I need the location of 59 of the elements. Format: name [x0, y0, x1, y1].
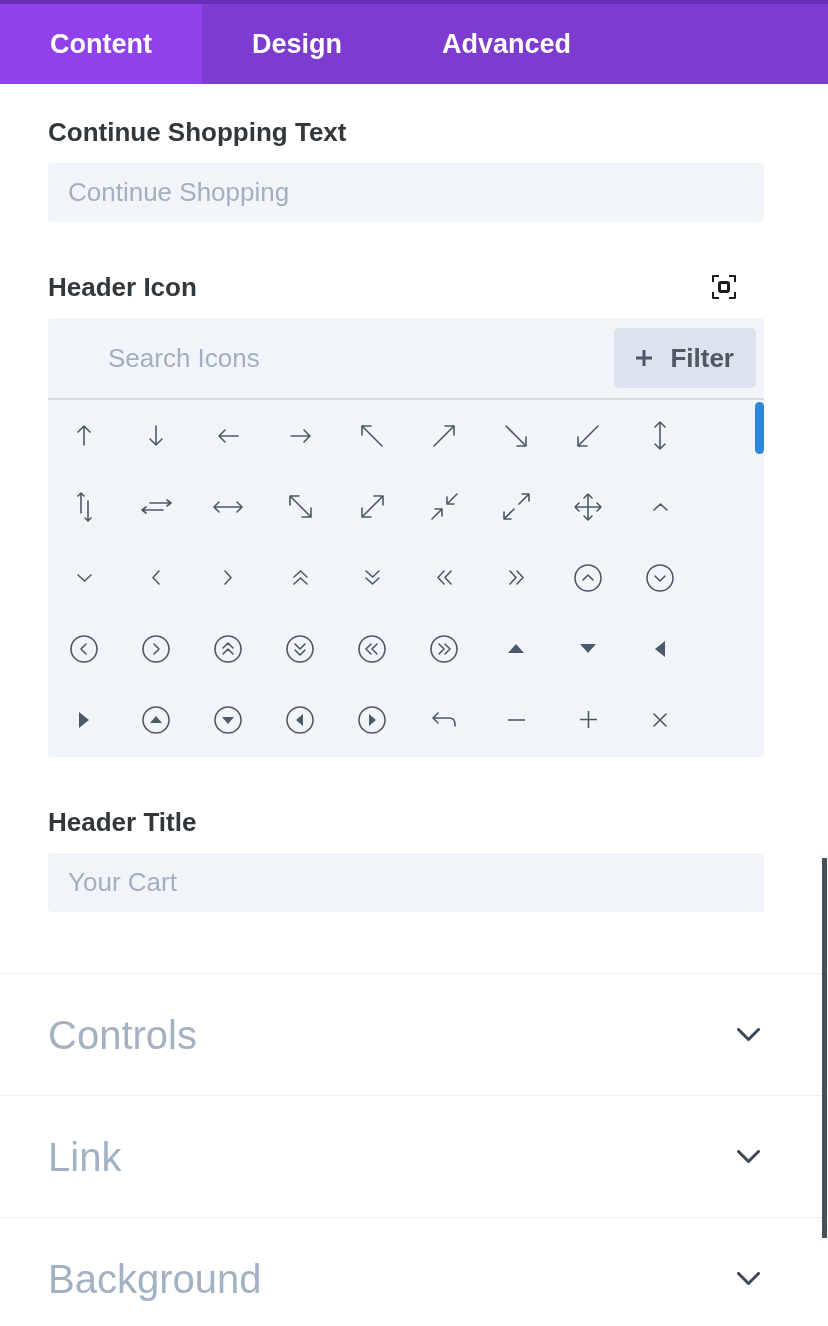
arrow-down-left-icon[interactable]: [577, 424, 599, 447]
minus-icon[interactable]: [507, 718, 525, 721]
focus-square-icon[interactable]: [712, 275, 736, 299]
scrollbar-thumb[interactable]: [822, 858, 827, 1238]
plus-icon[interactable]: [579, 711, 597, 728]
triangle-left-icon[interactable]: [655, 640, 665, 657]
circled-double-chevron-down-icon[interactable]: [286, 634, 314, 663]
circled-triangle-right-icon[interactable]: [358, 705, 386, 734]
circled-double-chevron-left-icon[interactable]: [358, 634, 386, 663]
double-chevron-right-icon[interactable]: [508, 570, 524, 585]
double-chevron-left-icon[interactable]: [436, 570, 452, 585]
move-arrows-icon[interactable]: [574, 492, 602, 521]
filter-button[interactable]: Filter: [614, 328, 756, 388]
chevron-up-icon[interactable]: [652, 502, 668, 511]
up-down-arrows-icon[interactable]: [76, 491, 92, 522]
close-icon[interactable]: [653, 712, 667, 727]
left-right-arrows-icon[interactable]: [140, 499, 172, 514]
arrow-up-icon[interactable]: [77, 425, 91, 446]
horizontal-double-arrow-icon[interactable]: [213, 500, 243, 513]
circled-triangle-down-icon[interactable]: [214, 705, 242, 734]
tab[interactable]: Design: [202, 4, 392, 84]
tab[interactable]: Content: [0, 4, 202, 84]
tab[interactable]: Advanced: [392, 4, 622, 84]
arrow-up-right-icon[interactable]: [433, 424, 455, 447]
triangle-down-icon[interactable]: [580, 644, 596, 653]
arrow-left-icon[interactable]: [217, 428, 239, 443]
field-label: Header Icon: [48, 271, 197, 304]
chevron-right-icon[interactable]: [224, 570, 232, 585]
triangle-right-icon[interactable]: [79, 711, 89, 728]
circled-chevron-left-icon[interactable]: [70, 634, 98, 663]
double-chevron-down-icon[interactable]: [364, 570, 380, 585]
circled-double-chevron-up-icon[interactable]: [214, 634, 242, 663]
collapse-arrows-icon[interactable]: [430, 493, 458, 520]
diagonal-double-arrow-up-icon[interactable]: [360, 495, 384, 518]
search-field[interactable]: Search Icons: [48, 318, 615, 398]
chevron-left-icon[interactable]: [152, 570, 160, 585]
vertical-double-arrow-icon[interactable]: [654, 421, 666, 450]
circled-triangle-left-icon[interactable]: [286, 705, 314, 734]
diagonal-double-arrow-down-icon[interactable]: [288, 495, 312, 518]
triangle-up-icon[interactable]: [508, 644, 524, 653]
chevron-down-icon[interactable]: [76, 573, 92, 582]
arrow-up-left-icon[interactable]: [361, 424, 383, 447]
plus-icon: [636, 350, 653, 366]
curved-back-arrow-icon[interactable]: [432, 712, 456, 727]
circled-double-chevron-right-icon[interactable]: [430, 634, 458, 663]
input-field[interactable]: Your Cart: [48, 853, 764, 912]
arrow-down-icon[interactable]: [149, 425, 163, 446]
circled-chevron-right-icon[interactable]: [142, 634, 170, 663]
scrollbar-thumb[interactable]: [755, 402, 764, 454]
circled-triangle-up-icon[interactable]: [142, 705, 170, 734]
field-label: Header Title: [48, 806, 198, 839]
field-label: Continue Shopping Text: [48, 116, 348, 149]
input-field[interactable]: Continue Shopping: [48, 163, 764, 222]
circled-chevron-up-icon[interactable]: [574, 563, 602, 592]
expand-arrows-icon[interactable]: [502, 493, 530, 520]
arrow-right-icon[interactable]: [289, 428, 311, 443]
double-chevron-up-icon[interactable]: [292, 570, 308, 585]
arrow-down-right-icon[interactable]: [505, 424, 527, 447]
circled-chevron-down-icon[interactable]: [646, 563, 674, 592]
